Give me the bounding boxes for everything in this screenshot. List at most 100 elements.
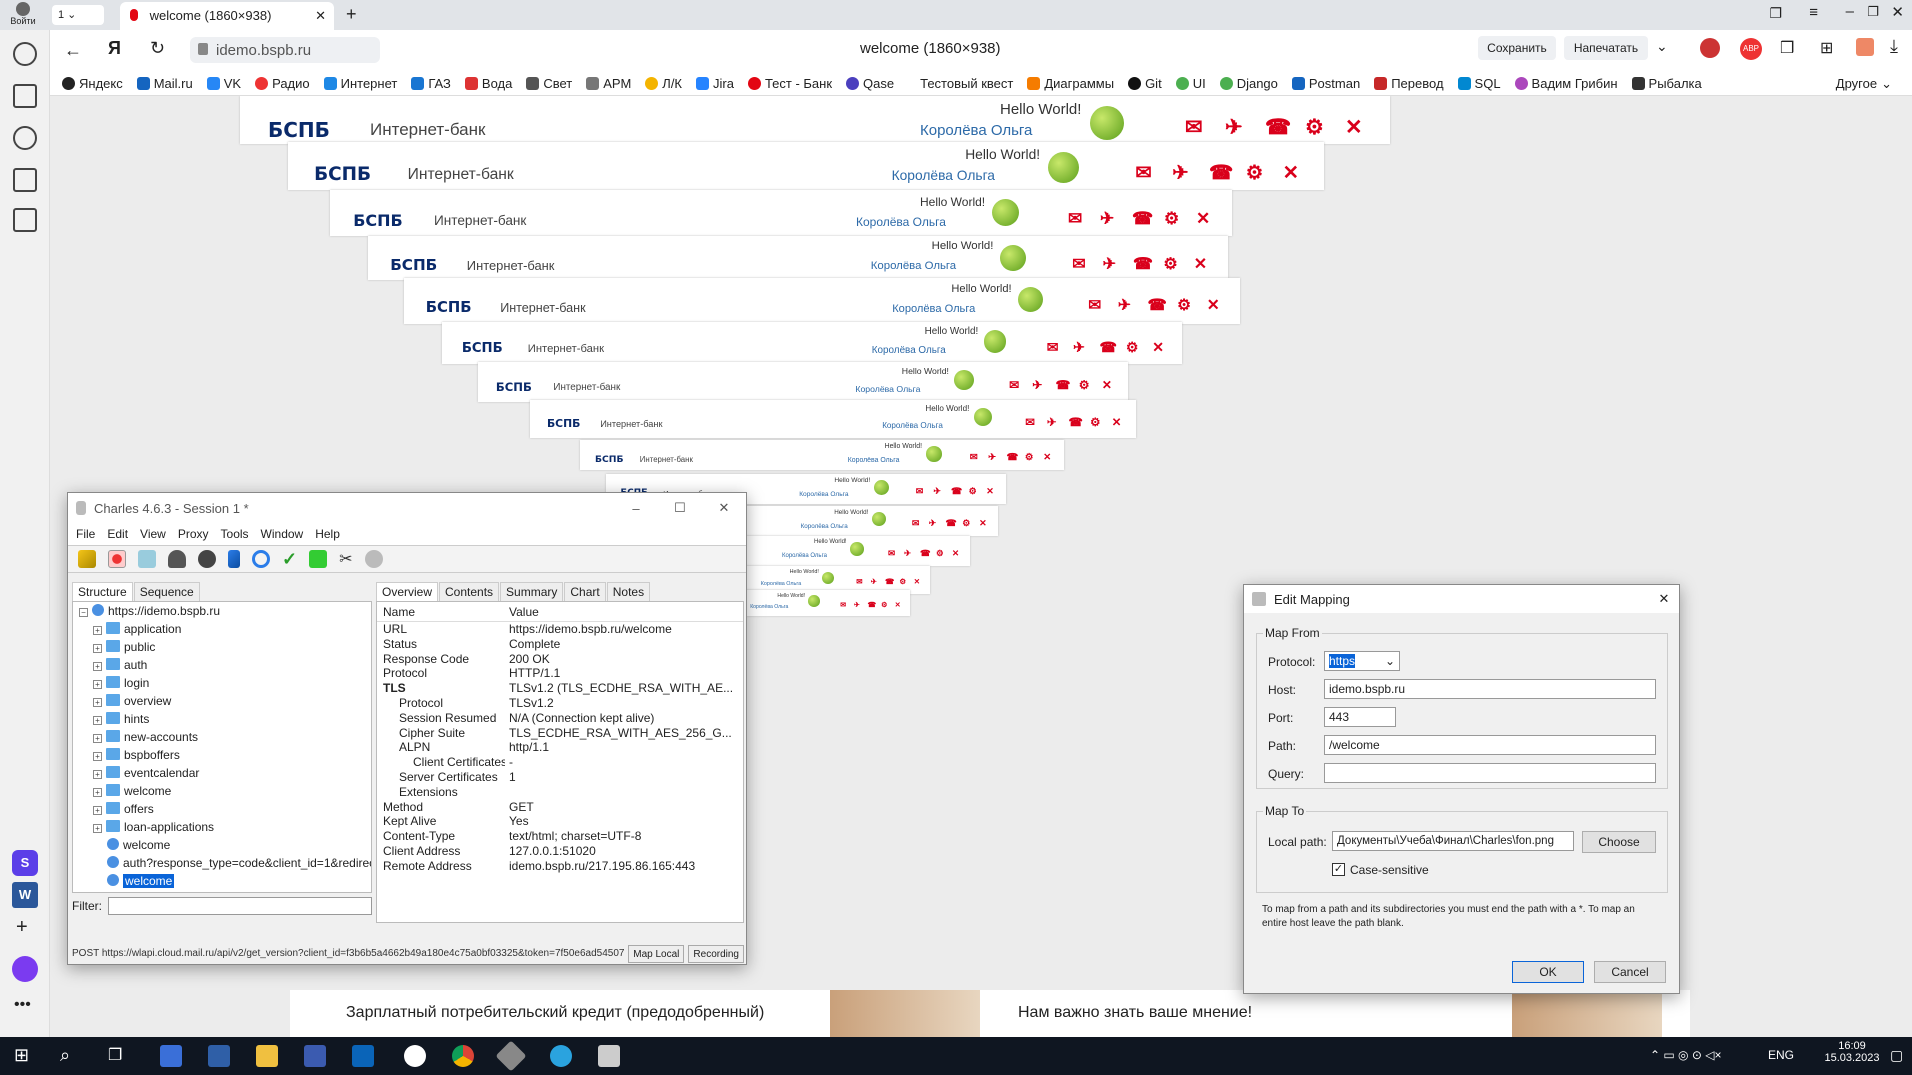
grid-row[interactable]: Status Complete [377,637,743,652]
charles-taskbar-icon[interactable] [598,1045,620,1067]
tree-leaf[interactable]: welcome [73,836,371,854]
menu-proxy[interactable]: Proxy [178,527,209,541]
tab-sequence[interactable]: Sequence [133,582,200,601]
phone-icon[interactable]: ☎ [951,486,963,497]
download-icon[interactable]: ⤓ [1890,36,1898,57]
tree-host[interactable]: − https://idemo.bspb.ru [73,602,371,620]
notifications-icon[interactable]: ✈ [988,452,996,463]
menu-file[interactable]: File [76,527,95,541]
tree-item[interactable]: + overview [73,692,371,710]
close-icon[interactable]: ✕ [1152,339,1164,356]
history-icon[interactable] [13,42,37,66]
close-icon[interactable]: ✕ [952,548,959,558]
notifications-icon[interactable]: ✈ [929,518,936,529]
close-icon[interactable]: ✕ [1112,415,1122,429]
outlook-icon[interactable] [352,1045,374,1067]
bookmark-item[interactable]: Свет [526,76,572,91]
bookmark-item[interactable]: Mail.ru [136,76,193,91]
tab-contents[interactable]: Contents [439,582,500,601]
mail-icon[interactable]: ✉ [1185,115,1203,140]
gear-icon[interactable]: ⚙ [1177,296,1191,315]
bookmark-item[interactable]: Jira [696,76,734,91]
menu-window[interactable]: Window [261,527,304,541]
close-icon[interactable]: ✕ [1196,208,1210,229]
back-icon[interactable]: ← [64,40,82,61]
extension-icon[interactable] [1700,38,1720,58]
tools-icon[interactable]: ✂ [339,549,352,569]
bookmark-item[interactable]: ГАЗ [411,76,451,91]
recording-indicator[interactable]: Recording [688,945,744,963]
grid-row[interactable]: Extensions [377,785,743,800]
bookmark-item[interactable]: Л/К [645,76,682,91]
save-app-icon[interactable] [304,1045,326,1067]
video-icon[interactable] [13,126,37,150]
mail-icon[interactable]: ✉ [916,486,924,497]
ok-button[interactable]: OK [1512,961,1584,983]
extensions-icon[interactable]: ❒ [1780,38,1794,58]
grid-row[interactable]: Client Address 127.0.0.1:51020 [377,844,743,859]
close-icon[interactable]: ✕ [986,486,994,497]
bookmark-item[interactable]: Перевод [1374,76,1444,91]
notifications-icon[interactable]: ✈ [1118,296,1131,315]
phone-icon[interactable]: ☎ [920,548,930,558]
map-local-indicator[interactable]: Map Local [628,945,685,963]
settings-icon[interactable] [364,550,383,568]
menu-icon[interactable]: ≡ [1809,4,1818,21]
phone-icon[interactable]: ☎ [885,577,894,586]
case-sensitive-checkbox[interactable]: ✓ [1332,863,1345,876]
gear-icon[interactable]: ⚙ [1126,339,1138,356]
new-tab-icon[interactable]: + [346,4,357,25]
reload-icon[interactable]: ↻ [150,38,165,59]
adblock-icon[interactable]: ABP [1740,38,1762,60]
host-input[interactable]: idemo.bspb.ru [1324,679,1656,699]
mail-icon[interactable]: ✉ [1009,378,1019,392]
explorer-app-icon[interactable] [160,1045,182,1067]
bookmark-item[interactable]: АРМ [586,76,631,91]
protocol-select[interactable]: https ⌄ [1324,651,1400,671]
chevron-down-icon[interactable]: ⌄ [1656,38,1668,55]
phone-icon[interactable]: ☎ [1100,339,1117,356]
add-panel-icon[interactable]: + [16,916,28,939]
grid-row[interactable]: URL https://idemo.bspb.ru/welcome [377,622,743,637]
bookmark-item[interactable]: Радио [255,76,310,91]
filter-input[interactable] [108,897,372,915]
mail-icon[interactable]: ✉ [888,548,895,558]
search-icon[interactable]: ⌕ [60,1045,82,1067]
yandex-browser-icon[interactable] [404,1045,426,1067]
tree-item[interactable]: + login [73,674,371,692]
gear-icon[interactable]: ⚙ [899,577,906,586]
mail-icon[interactable]: ✉ [840,600,846,609]
grid-row[interactable]: Kept Alive Yes [377,814,743,829]
print-button[interactable]: Напечатать [1564,36,1648,60]
tab-counter[interactable]: 1 ⌄ [52,5,104,25]
grid-row[interactable]: Session Resumed N/A (Connection kept aliv… [377,711,743,726]
bookmark-item[interactable]: Тестовый квест [920,76,1013,91]
tray-icons[interactable]: ⌃ ▭ ◎ ⊙ ◁× [1650,1048,1722,1062]
mail-icon[interactable]: ✉ [970,452,978,463]
close-icon[interactable]: ✕ [1102,378,1112,392]
profile-button[interactable]: Войти [10,2,36,28]
gear-icon[interactable]: ⚙ [962,518,970,529]
grid-row[interactable]: TLS TLSv1.2 (TLS_ECDHE_RSA_WITH_AE... [377,681,743,696]
bookmark-item[interactable]: Git [1128,76,1162,91]
alice-icon[interactable] [12,956,38,982]
close-icon[interactable]: ✕ [1043,452,1051,463]
phone-icon[interactable]: ☎ [1007,452,1019,463]
phone-icon[interactable]: ☎ [1265,115,1291,140]
notifications-icon[interactable]: ✈ [1100,208,1114,229]
phone-icon[interactable]: ☎ [946,518,957,529]
bookmark-manager-icon[interactable]: ❐ [1769,5,1782,22]
grid-row[interactable]: Remote Address idemo.bspb.ru/217.195.86.1… [377,859,743,874]
close-icon[interactable]: ✕ [1649,591,1679,607]
tab-overview[interactable]: Overview [376,582,439,601]
skype-icon[interactable]: S [12,850,38,876]
close-icon[interactable]: ✕ [914,577,920,586]
choose-button[interactable]: Choose [1582,831,1656,853]
cancel-button[interactable]: Cancel [1594,961,1666,983]
notifications-icon[interactable]: ✈ [854,600,860,609]
menu-view[interactable]: View [140,527,166,541]
save-button[interactable]: Сохранить [1478,36,1556,60]
grid-row[interactable]: Content-Type text/html; charset=UTF-8 [377,829,743,844]
screenshot-icon[interactable] [13,208,37,232]
menu-tools[interactable]: Tools [221,527,249,541]
